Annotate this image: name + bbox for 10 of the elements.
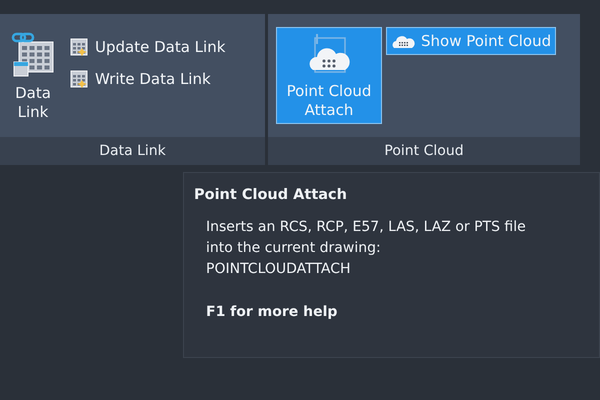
panel-title: Data Link: [0, 137, 265, 165]
cloud-icon: [391, 33, 415, 49]
ribbon-button[interactable]: Data Link: [8, 27, 58, 126]
command-name: POINTCLOUDATTACH: [205, 260, 352, 279]
help-hint: F1 for more help: [205, 304, 338, 320]
panel-title: Point Cloud: [268, 137, 580, 165]
ribbon-button[interactable]: Write Data Link: [62, 65, 230, 93]
tooltip-title: Point Cloud Attach: [194, 187, 348, 203]
tooltip-description: Inserts an RCS, RCP, E57, LAS, LAZ or PTS file into the current drawing:: [205, 218, 527, 258]
ribbon-button[interactable]: Update Data Link: [62, 33, 230, 61]
